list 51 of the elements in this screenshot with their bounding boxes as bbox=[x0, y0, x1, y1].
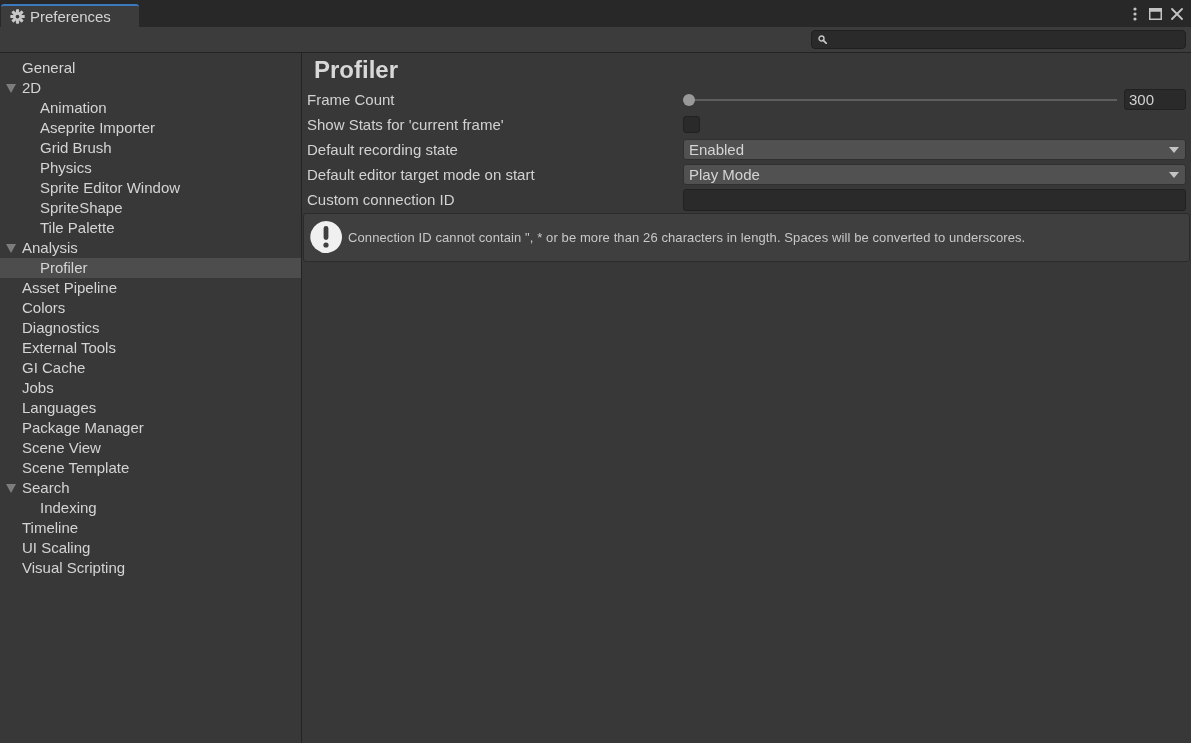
sidebar-item[interactable]: Search bbox=[0, 478, 301, 498]
sidebar-item[interactable]: Indexing bbox=[0, 498, 301, 518]
dropdown[interactable]: Play Mode bbox=[683, 164, 1186, 185]
kebab-menu-icon[interactable] bbox=[1133, 6, 1137, 21]
dropdown[interactable]: Enabled bbox=[683, 139, 1186, 160]
sidebar-item[interactable]: Asset Pipeline bbox=[0, 278, 301, 298]
setting-label: Show Stats for 'current frame' bbox=[307, 116, 505, 133]
page-title: Profiler bbox=[313, 55, 400, 85]
sidebar-item[interactable]: Animation bbox=[0, 98, 301, 118]
sidebar-item[interactable]: Languages bbox=[0, 398, 301, 418]
triangle-down-icon[interactable] bbox=[6, 243, 16, 253]
sidebar-item[interactable]: Colors bbox=[0, 298, 301, 318]
sidebar-item[interactable]: GI Cache bbox=[0, 358, 301, 378]
sidebar-item[interactable]: SpriteShape bbox=[0, 198, 301, 218]
sidebar-item[interactable]: Aseprite Importer bbox=[0, 118, 301, 138]
sidebar-item[interactable]: Jobs bbox=[0, 378, 301, 398]
setting-label: Default recording state bbox=[307, 141, 459, 158]
gear-icon bbox=[10, 9, 25, 24]
sidebar-item[interactable]: Scene Template bbox=[0, 458, 301, 478]
setting-label: Custom connection ID bbox=[307, 191, 456, 208]
window-tab[interactable]: Preferences bbox=[1, 4, 139, 27]
caret-icon bbox=[1169, 171, 1179, 178]
sidebar-item[interactable]: Grid Brush bbox=[0, 138, 301, 158]
sidebar-item[interactable]: Physics bbox=[0, 158, 301, 178]
caret-icon bbox=[1169, 146, 1179, 153]
sidebar-item[interactable]: Visual Scripting bbox=[0, 558, 301, 578]
sidebar-item[interactable]: Analysis bbox=[0, 238, 301, 258]
close-icon[interactable] bbox=[1171, 7, 1183, 20]
slider-thumb[interactable] bbox=[683, 93, 695, 106]
number-field[interactable]: 300 bbox=[1124, 89, 1186, 110]
setting-label: Default editor target mode on start bbox=[307, 166, 536, 183]
sidebar-item[interactable]: External Tools bbox=[0, 338, 301, 358]
search-field[interactable] bbox=[811, 30, 1186, 49]
sidebar-item[interactable]: Profiler bbox=[0, 258, 301, 278]
maximize-icon[interactable] bbox=[1149, 7, 1162, 20]
setting-label: Frame Count bbox=[307, 91, 396, 108]
search-icon bbox=[818, 35, 827, 44]
sidebar-item[interactable]: 2D bbox=[0, 78, 301, 98]
sidebar-item[interactable]: Sprite Editor Window bbox=[0, 178, 301, 198]
sidebar-item[interactable]: Scene View bbox=[0, 438, 301, 458]
exclamation-bubble-icon bbox=[310, 221, 342, 254]
sidebar-item[interactable]: UI Scaling bbox=[0, 538, 301, 558]
slider-track[interactable] bbox=[683, 93, 1117, 106]
sidebar-item[interactable]: Diagnostics bbox=[0, 318, 301, 338]
sidebar-item[interactable]: Tile Palette bbox=[0, 218, 301, 238]
triangle-down-icon[interactable] bbox=[6, 483, 16, 493]
sidebar-item[interactable]: Package Manager bbox=[0, 418, 301, 438]
sidebar-item[interactable]: Timeline bbox=[0, 518, 301, 538]
triangle-down-icon[interactable] bbox=[6, 83, 16, 93]
info-message: Connection ID cannot contain ", * or be more than 26 characters in length. Spaces will be converted to underscores. bbox=[348, 230, 1026, 245]
sidebar-item[interactable]: General bbox=[0, 58, 301, 78]
